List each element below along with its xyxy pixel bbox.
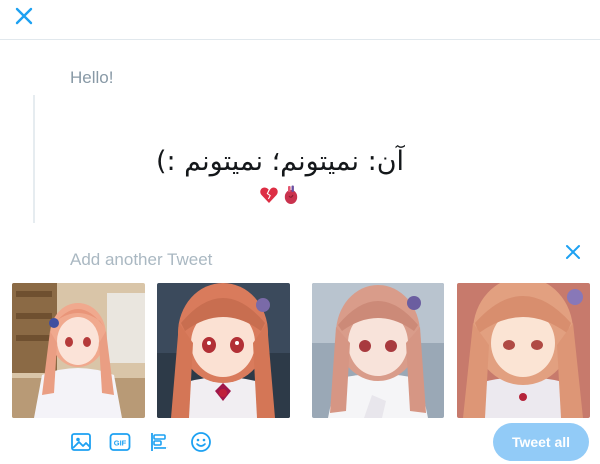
thread-connector-line (33, 95, 35, 223)
gif-icon[interactable]: GIF (108, 430, 132, 454)
tweet-all-button[interactable]: Tweet all (493, 423, 589, 461)
media-thumbnail-4[interactable] (457, 283, 590, 418)
emoji-row (100, 185, 460, 207)
emoji-icon[interactable] (189, 430, 213, 454)
image-icon[interactable] (69, 430, 93, 454)
persian-text: آن: نمیتونم؛ نمیتونم :) (155, 146, 405, 177)
media-strip (0, 283, 600, 418)
remove-tweet-icon[interactable] (564, 243, 582, 261)
anatomical-heart-icon (284, 185, 298, 204)
broken-heart-icon (260, 187, 278, 203)
tweet-content: آن: نمیتونم؛ نمیتونم :) (100, 143, 460, 207)
media-thumbnail-3[interactable] (312, 283, 444, 418)
media-thumbnail-1[interactable] (12, 283, 145, 418)
media-thumbnail-2[interactable] (157, 283, 290, 418)
close-icon[interactable] (12, 4, 36, 28)
poll-icon[interactable] (148, 430, 172, 454)
first-tweet-text[interactable]: Hello! (70, 68, 113, 88)
add-another-tweet-input[interactable]: Add another Tweet (70, 250, 212, 270)
composer-header (0, 0, 600, 40)
svg-text:GIF: GIF (114, 439, 127, 448)
